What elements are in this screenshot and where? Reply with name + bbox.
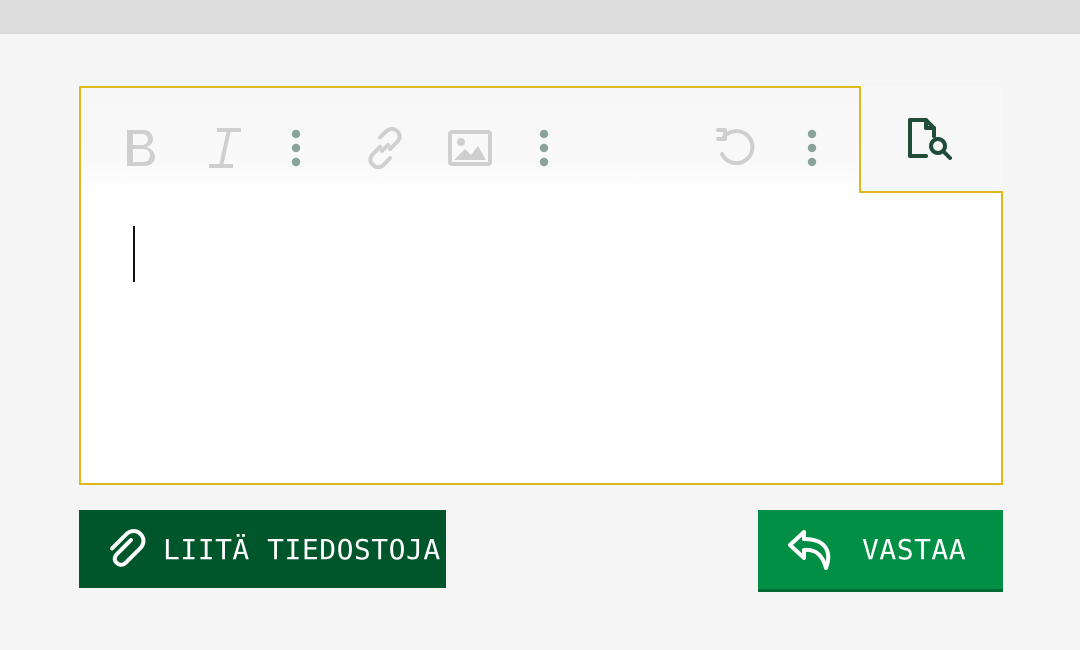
undo-button[interactable] [712,124,760,172]
reply-icon [788,529,831,570]
more-options-button[interactable] [799,124,825,172]
more-options-button[interactable] [283,124,309,172]
more-vertical-icon [539,129,549,167]
bold-icon [127,130,155,166]
undo-icon [716,128,755,166]
editor-toolbar [81,86,1003,194]
top-bar [0,0,1080,34]
text-caret [133,226,135,282]
italic-button[interactable] [203,124,247,172]
more-options-button[interactable] [531,124,557,172]
paperclip-icon [110,529,146,567]
bold-button[interactable] [119,124,163,172]
more-vertical-icon [807,129,817,167]
attach-files-label: LIITÄ TIEDOSTOJA [163,532,441,566]
more-vertical-icon [291,129,301,167]
reply-label: VASTAA [862,533,967,566]
editor-content-area[interactable] [81,194,1001,483]
link-icon [368,126,402,170]
rich-text-editor[interactable] [79,86,1003,485]
italic-icon [209,127,241,169]
preview-button[interactable] [859,86,1003,193]
image-icon [448,130,492,166]
reply-button[interactable]: VASTAA [758,510,1003,592]
attach-files-button[interactable]: LIITÄ TIEDOSTOJA [79,510,446,588]
document-search-icon [908,117,952,160]
image-button[interactable] [446,124,494,172]
link-button[interactable] [361,124,409,172]
